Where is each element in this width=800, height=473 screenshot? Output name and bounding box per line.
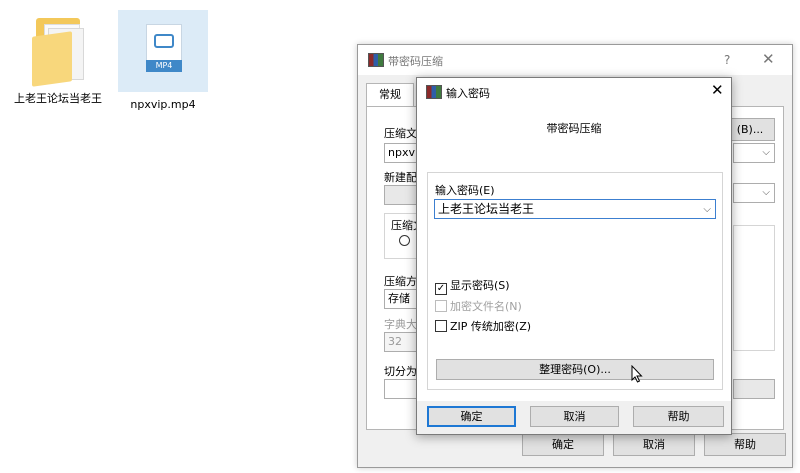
organize-passwords-label: 整理密码(O)... — [539, 363, 611, 376]
winrar-icon — [368, 53, 384, 67]
video-file-icon: MP4 — [118, 10, 208, 92]
dict-size-label: 字典大 — [384, 318, 417, 331]
split-label: 切分为 — [384, 365, 417, 378]
archive-name-label: 压缩文 — [384, 127, 417, 140]
password-cancel-button[interactable]: 取消 — [530, 406, 619, 427]
chevron-down-icon: ⌵ — [762, 147, 770, 158]
main-titlebar: 带密码压缩 ? ✕ — [358, 45, 792, 75]
zip-legacy-label: ZIP 传统加密(Z) — [450, 320, 532, 333]
close-icon[interactable]: ✕ — [711, 81, 724, 99]
main-ok-button[interactable]: 确定 — [522, 433, 604, 456]
zip-legacy-encryption-checkbox[interactable]: ZIP 传统加密(Z) — [435, 318, 531, 334]
close-icon[interactable]: ✕ — [762, 50, 775, 68]
main-help-button[interactable]: 帮助 — [704, 433, 786, 456]
show-password-label: 显示密码(S) — [450, 279, 510, 292]
folder-label: 上老王论坛当老王 — [14, 92, 102, 105]
show-password-checkbox[interactable]: ✓ 显示密码(S) — [435, 277, 510, 295]
options-group — [733, 225, 775, 351]
profile-dropdown[interactable]: ⌵ — [733, 183, 775, 203]
video-file-label: npxvip.mp4 — [130, 98, 196, 111]
tab-general[interactable]: 常规 — [366, 83, 414, 107]
encrypt-filenames-checkbox[interactable]: 加密文件名(N) — [435, 298, 522, 314]
desktop-folder[interactable]: 上老王论坛当老王 — [14, 10, 102, 106]
password-ok-button[interactable]: 确定 — [427, 406, 516, 427]
mouse-cursor-icon — [631, 365, 643, 383]
checkmark-icon: ✓ — [435, 283, 447, 295]
password-heading: 带密码压缩 — [546, 122, 602, 135]
password-dialog-title: 输入密码 — [446, 87, 490, 100]
chevron-down-icon: ⌵ — [762, 187, 770, 198]
folder-icon — [26, 10, 90, 87]
winrar-icon — [426, 85, 442, 99]
organize-passwords-button[interactable]: 整理密码(O)... — [436, 359, 714, 383]
enter-password-dialog: 输入密码 ✕ 带密码压缩 输入密码(E) 上老王论坛当老王 ⌵ ✓ 显示密码(S)… — [416, 77, 732, 435]
encrypt-filenames-label: 加密文件名(N) — [450, 300, 522, 313]
update-mode-select[interactable]: ⌵ — [733, 143, 775, 163]
main-dialog-title: 带密码压缩 — [388, 55, 443, 68]
password-input[interactable]: 上老王论坛当老王 ⌵ — [434, 199, 716, 219]
help-icon[interactable]: ? — [724, 53, 730, 67]
new-profile-label: 新建配 — [384, 171, 417, 184]
chevron-down-icon[interactable]: ⌵ — [703, 201, 711, 219]
split-unit-select[interactable] — [733, 379, 775, 399]
browse-button[interactable]: (B)... — [725, 118, 775, 141]
rar-radio[interactable] — [399, 235, 410, 246]
method-label: 压缩方 — [384, 275, 417, 288]
password-value: 上老王论坛当老王 — [438, 202, 535, 216]
password-input-label: 输入密码(E) — [435, 184, 495, 197]
desktop-video-file[interactable]: MP4 npxvip.mp4 — [118, 10, 208, 112]
main-cancel-button[interactable]: 取消 — [613, 433, 695, 456]
mp4-badge: MP4 — [146, 60, 182, 72]
password-help-button[interactable]: 帮助 — [633, 406, 724, 427]
password-titlebar: 输入密码 ✕ — [417, 78, 731, 106]
